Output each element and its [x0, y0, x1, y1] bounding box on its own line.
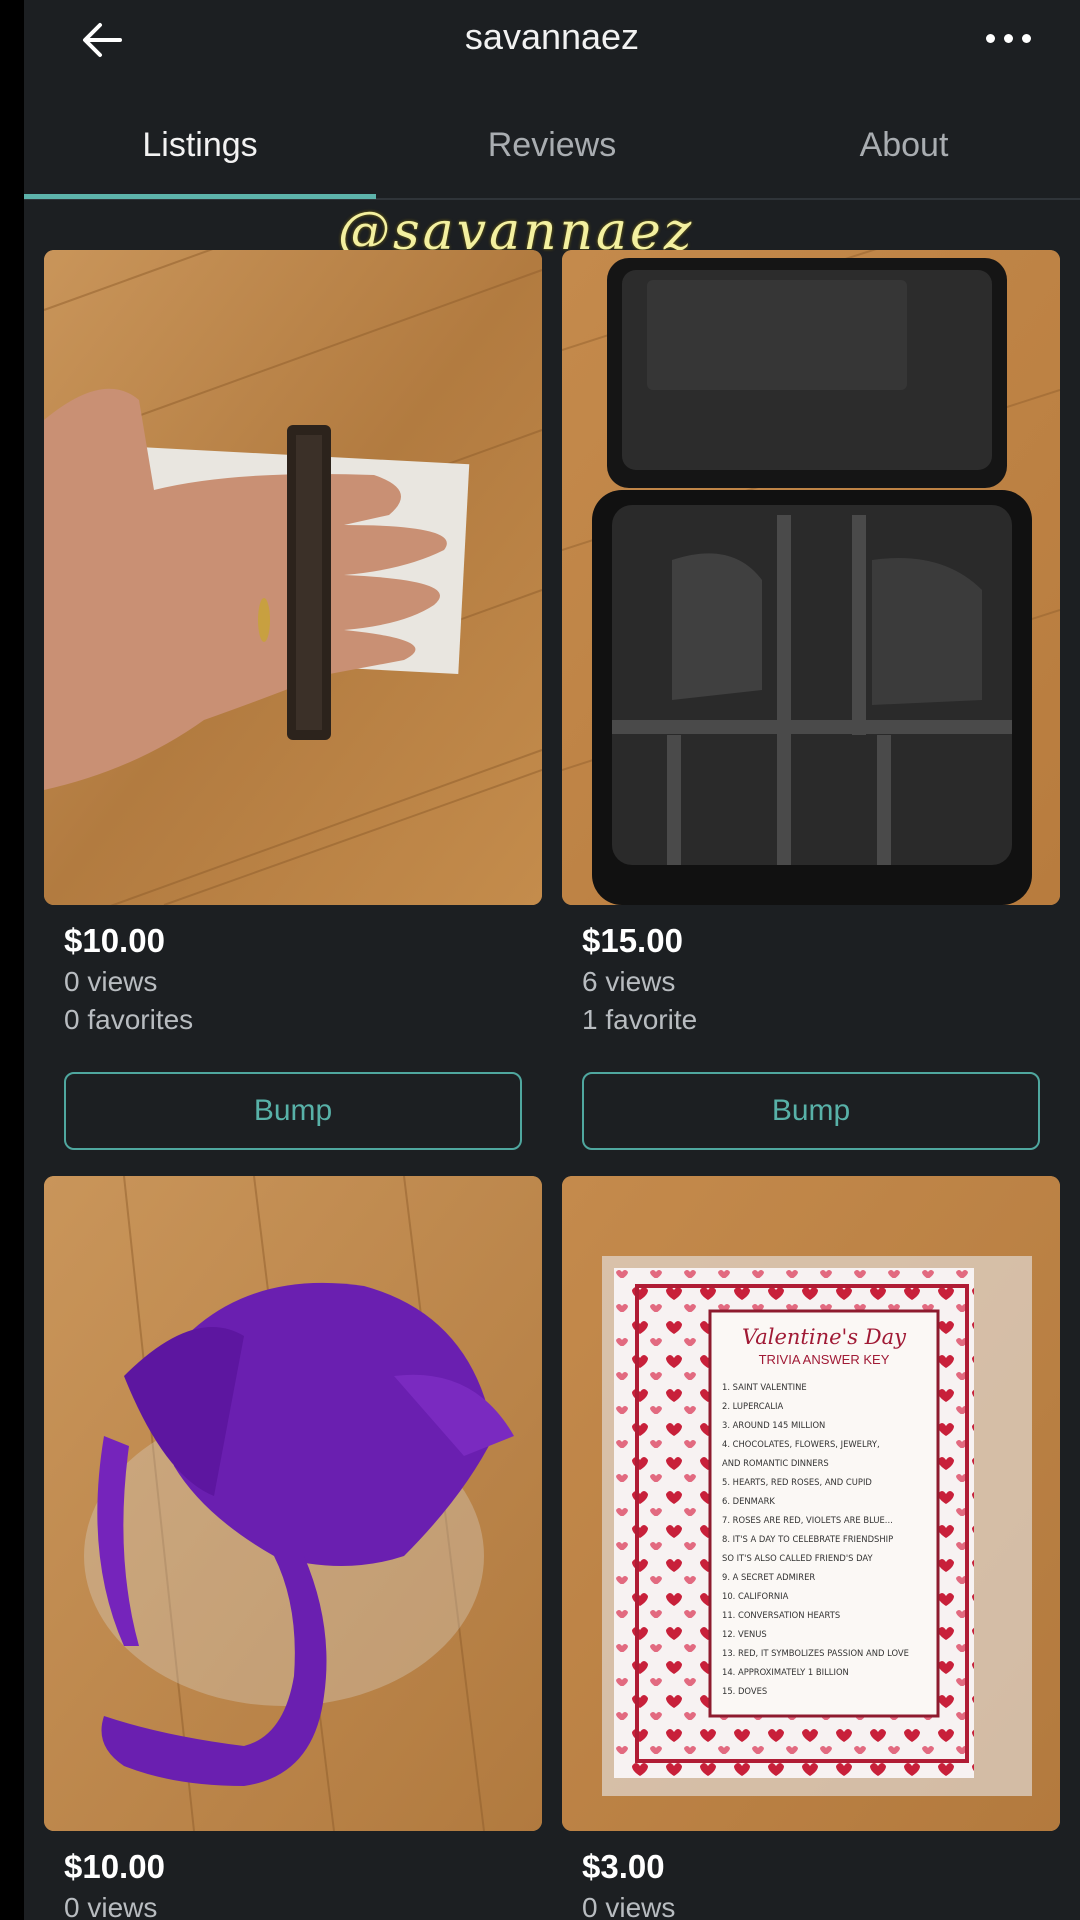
- listing-views: 0 views: [64, 1892, 158, 1920]
- listing-views: 6 views: [582, 966, 676, 997]
- listing-price: $15.00: [582, 922, 683, 959]
- listing-image-purple-wig[interactable]: [44, 1176, 542, 1831]
- trivia-answer-line: 8. IT'S A DAY TO CELEBRATE FRIENDSHIP: [722, 1534, 893, 1544]
- listing-price: $3.00: [582, 1848, 665, 1885]
- trivia-answer-line: 7. ROSES ARE RED, VIOLETS ARE BLUE...: [722, 1515, 893, 1525]
- bump-button[interactable]: Bump: [582, 1072, 1040, 1150]
- trivia-answer-line: 13. RED, IT SYMBOLIZES PASSION AND LOVE: [722, 1648, 909, 1658]
- trivia-answer-line: AND ROMANTIC DINNERS: [722, 1458, 829, 1468]
- listing-favorites: 1 favorite: [582, 1004, 698, 1035]
- trivia-answer-line: 4. CHOCOLATES, FLOWERS, JEWELRY,: [722, 1439, 880, 1449]
- active-tab-indicator: [24, 194, 376, 199]
- listing-views: 0 views: [64, 966, 158, 997]
- listing-views: 0 views: [582, 1892, 676, 1920]
- tab-reviews[interactable]: Reviews: [376, 126, 728, 165]
- trivia-answer-line: 9. A SECRET ADMIRER: [722, 1572, 815, 1582]
- listing-image-makeup-case[interactable]: [562, 250, 1060, 905]
- trivia-answer-line: 3. AROUND 145 MILLION: [722, 1420, 825, 1430]
- top-bar: savannaez: [24, 0, 1080, 80]
- trivia-answer-line: 1. SAINT VALENTINE: [722, 1382, 807, 1392]
- listing-image-drawer-handle[interactable]: [44, 250, 542, 905]
- tab-listings[interactable]: Listings: [24, 126, 376, 165]
- trivia-answer-line: SO IT'S ALSO CALLED FRIEND'S DAY: [722, 1553, 873, 1563]
- profile-tabs: Listings Reviews About: [24, 110, 1080, 200]
- trivia-answer-line: 6. DENMARK: [722, 1496, 775, 1506]
- listing-price: $10.00: [64, 922, 165, 959]
- more-button[interactable]: [976, 14, 1040, 58]
- trivia-answer-line: 14. APPROXIMATELY 1 BILLION: [722, 1667, 849, 1677]
- trivia-title: Valentine's Day: [742, 1325, 907, 1349]
- app-screen: savannaez Listings Reviews About @savann…: [24, 0, 1080, 1920]
- bump-button[interactable]: Bump: [64, 1072, 522, 1150]
- trivia-answer-line: 11. CONVERSATION HEARTS: [722, 1610, 840, 1620]
- listing-image-valentine-trivia[interactable]: Valentine's Day TRIVIA ANSWER KEY 1. SAI…: [562, 1176, 1060, 1831]
- trivia-answer-line: 15. DOVES: [722, 1686, 767, 1696]
- trivia-answer-line: 5. HEARTS, RED ROSES, AND CUPID: [722, 1477, 872, 1487]
- trivia-answer-line: 10. CALIFORNIA: [722, 1591, 789, 1601]
- listing-favorites: 0 favorites: [64, 1004, 194, 1035]
- trivia-answer-line: 12. VENUS: [722, 1629, 767, 1639]
- trivia-subtitle: TRIVIA ANSWER KEY: [759, 1352, 890, 1367]
- listing-price: $10.00: [64, 1848, 165, 1885]
- trivia-answer-line: 2. LUPERCALIA: [722, 1401, 783, 1411]
- page-title: savannaez: [464, 16, 640, 57]
- tab-about[interactable]: About: [728, 126, 1080, 165]
